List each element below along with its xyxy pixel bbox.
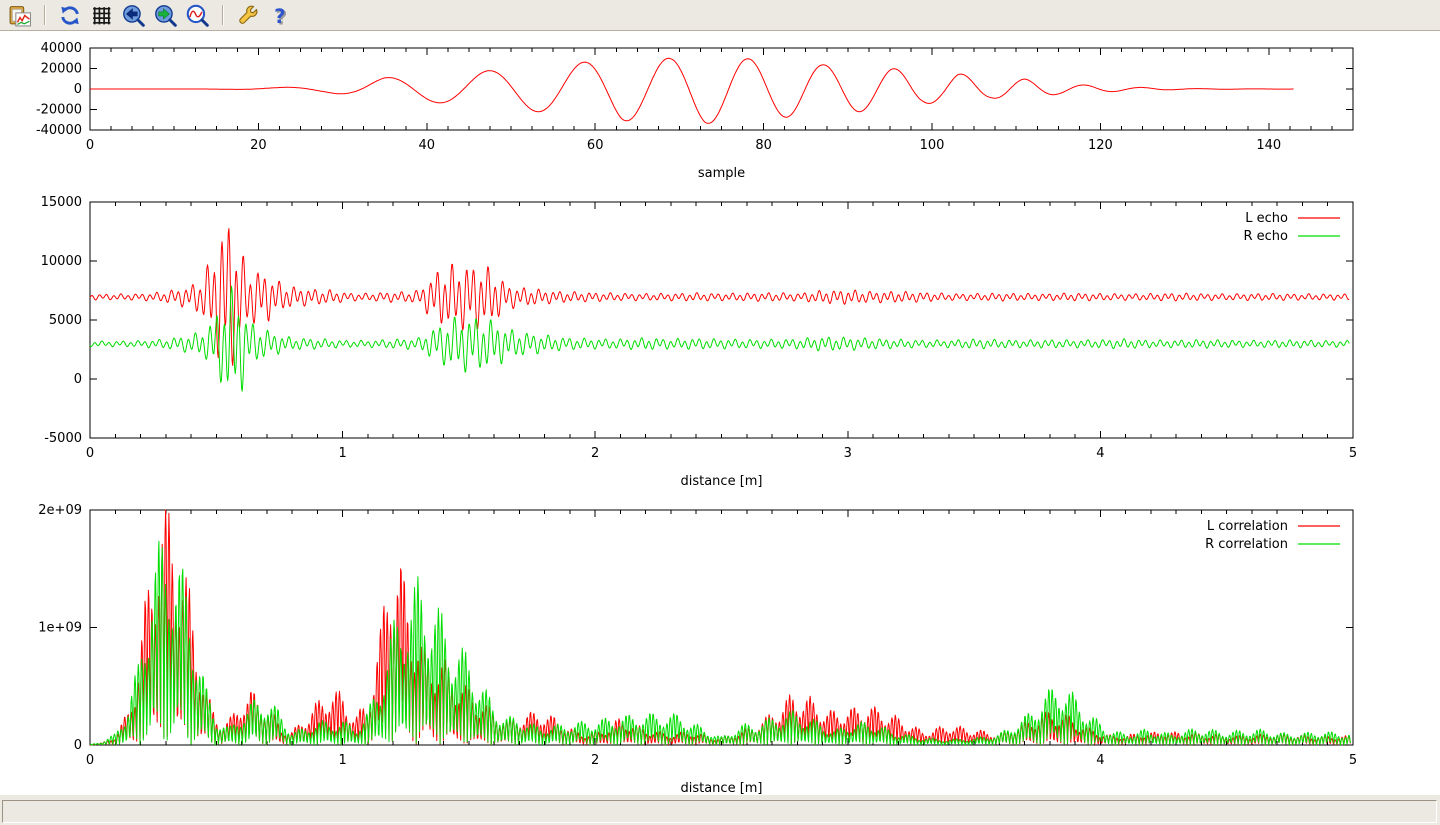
help-icon: ?? xyxy=(268,4,291,27)
toolbar-separator xyxy=(222,5,223,25)
x-tick-label: 100 xyxy=(920,138,945,153)
status-text xyxy=(2,800,1437,823)
gnuplot-window: ?? 020406080100120140-40000-200000200004… xyxy=(0,0,1440,825)
x-tick-label: 20 xyxy=(250,138,267,153)
x-tick-label: 140 xyxy=(1256,138,1281,153)
legend-label: L correlation xyxy=(1207,519,1288,534)
y-tick-label: -40000 xyxy=(36,123,82,138)
y-tick-label: 15000 xyxy=(41,195,82,210)
x-tick-label: 3 xyxy=(844,753,852,768)
replot-icon xyxy=(58,4,81,27)
help-button[interactable]: ?? xyxy=(266,2,293,29)
series-line-l-correlation xyxy=(90,510,1350,745)
svg-text:?: ? xyxy=(274,4,286,26)
legend-correlation: L correlation R correlation xyxy=(1205,519,1340,552)
copy-to-clipboard-button[interactable] xyxy=(6,2,33,29)
y-tick-label: 2e+09 xyxy=(38,503,82,518)
y-tick-label: 5000 xyxy=(49,313,82,328)
series-line-r-echo xyxy=(90,286,1349,391)
plot-canvas[interactable]: 020406080100120140-40000-200000200004000… xyxy=(0,31,1440,795)
x-tick-label: 2 xyxy=(591,446,599,461)
x-tick-label: 4 xyxy=(1096,753,1104,768)
toolbar: ?? xyxy=(0,0,1440,31)
y-tick-label: 20000 xyxy=(41,62,82,77)
grid-icon xyxy=(90,4,113,27)
legend-label: L echo xyxy=(1245,211,1288,226)
zoom-next-button[interactable] xyxy=(152,2,179,29)
y-tick-label: -20000 xyxy=(36,103,82,118)
plots-svg: 020406080100120140-40000-200000200004000… xyxy=(0,31,1440,795)
x-axis-label-echo: distance [m] xyxy=(680,474,762,489)
series-line-signal xyxy=(90,58,1294,123)
x-tick-label: 4 xyxy=(1096,446,1104,461)
axes-echo xyxy=(90,202,1353,438)
x-tick-label: 5 xyxy=(1349,446,1357,461)
toggle-grid-button[interactable] xyxy=(88,2,115,29)
status-bar xyxy=(0,795,1440,825)
plot-correlation: 0 1 2 3 4 5 0 1e+09 2e+09 distance [m] L correlati… xyxy=(38,503,1357,795)
legend-label: R echo xyxy=(1243,229,1288,244)
wrench-icon xyxy=(236,4,259,27)
legend-label: R correlation xyxy=(1205,537,1288,552)
zoom-next-icon xyxy=(154,4,177,27)
clipboard-chart-icon xyxy=(8,4,31,27)
autoscale-button[interactable] xyxy=(184,2,211,29)
y-tick-label: 1e+09 xyxy=(38,621,82,636)
autoscale-icon xyxy=(186,4,209,27)
zoom-previous-button[interactable] xyxy=(120,2,147,29)
configure-button[interactable] xyxy=(234,2,261,29)
series-line-l-echo xyxy=(90,229,1349,366)
zoom-previous-icon xyxy=(122,4,145,27)
series-line-r-correlation xyxy=(90,541,1350,745)
x-tick-label: 2 xyxy=(591,753,599,768)
y-tick-label: 40000 xyxy=(41,41,82,56)
y-tick-label: 0 xyxy=(74,738,82,753)
x-tick-label: 60 xyxy=(587,138,604,153)
axes-correlation xyxy=(90,510,1353,745)
legend-echo: L echo R echo xyxy=(1243,211,1340,244)
x-tick-label: 1 xyxy=(338,446,346,461)
y-tick-label: 0 xyxy=(74,372,82,387)
x-tick-label: 0 xyxy=(86,446,94,461)
y-tick-label: -5000 xyxy=(44,431,82,446)
x-axis-label-correlation: distance [m] xyxy=(680,781,762,795)
x-tick-label: 1 xyxy=(338,753,346,768)
plot-waveform: 0 20 40 60 80 100 120 140 -40000 -20000 0 20000 4000… xyxy=(36,41,1353,181)
y-tick-label: 10000 xyxy=(41,254,82,269)
replot-button[interactable] xyxy=(56,2,83,29)
x-tick-label: 80 xyxy=(755,138,772,153)
toolbar-separator xyxy=(44,5,45,25)
x-tick-label: 5 xyxy=(1349,753,1357,768)
plot-echo: 0 1 2 3 4 5 -5000 0 5000 10000 15000 distance [m] L … xyxy=(41,195,1358,489)
x-tick-label: 0 xyxy=(86,138,94,153)
y-tick-label: 0 xyxy=(74,82,82,97)
x-tick-label: 120 xyxy=(1088,138,1113,153)
x-tick-label: 3 xyxy=(844,446,852,461)
x-tick-label: 0 xyxy=(86,753,94,768)
axes-waveform xyxy=(90,48,1353,130)
x-axis-label-waveform: sample xyxy=(698,166,745,181)
x-tick-label: 40 xyxy=(419,138,436,153)
